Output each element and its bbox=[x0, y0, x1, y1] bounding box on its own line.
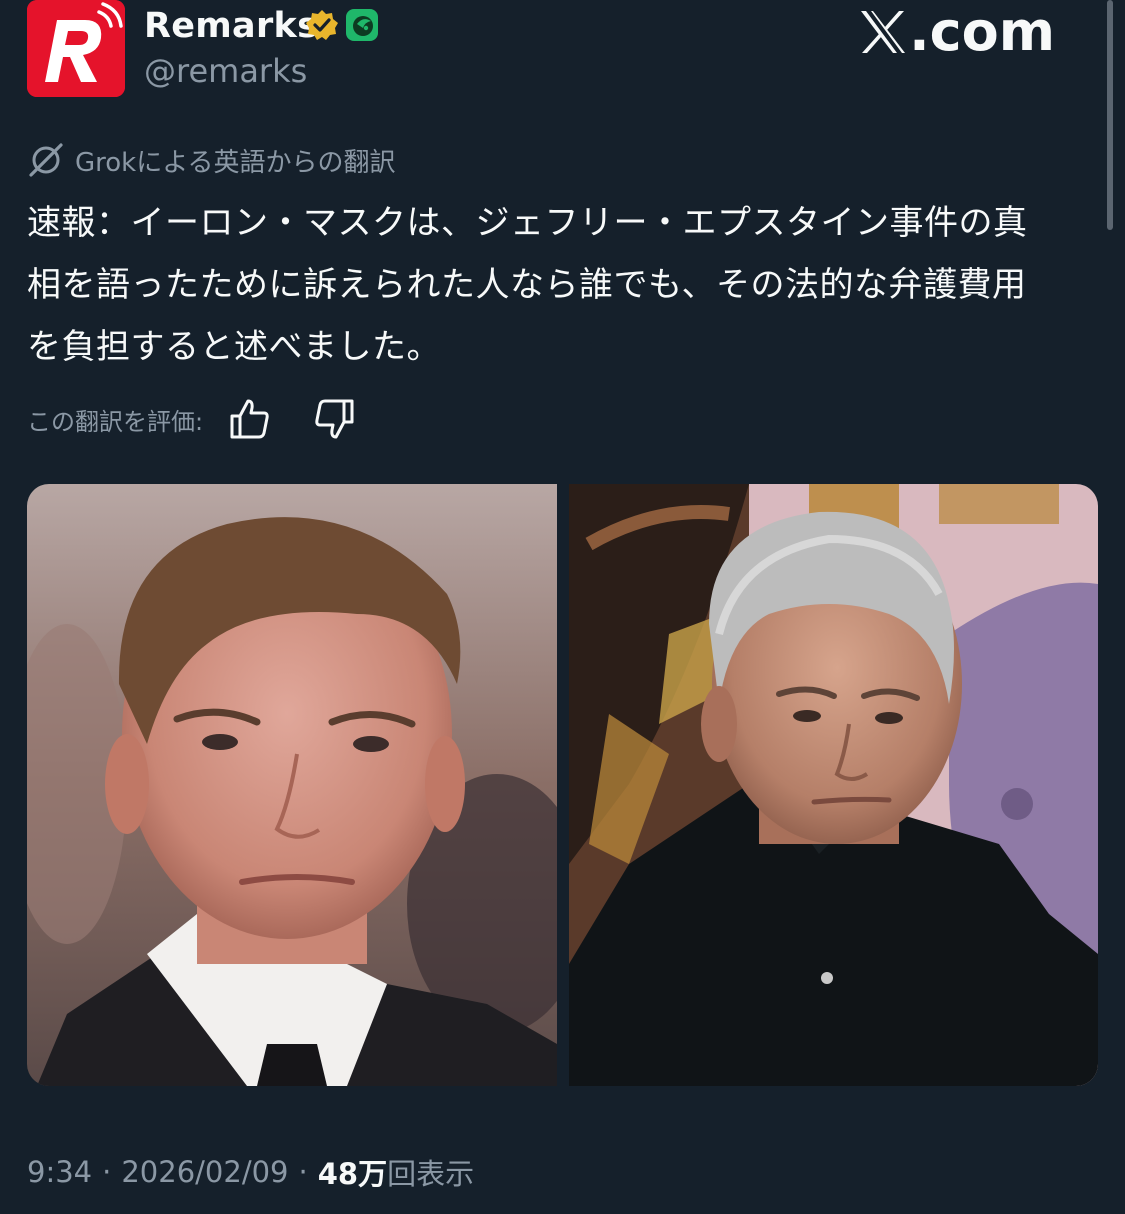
tweet-text-line: 相を語ったために訴えられた人なら誰でも、その法的な弁護費用 bbox=[27, 265, 1027, 305]
x-logo-icon bbox=[861, 10, 906, 53]
thumbs-down-icon bbox=[315, 399, 354, 439]
translation-rating: この翻訳を評価: bbox=[27, 394, 359, 444]
scrollbar[interactable] bbox=[1107, 0, 1113, 230]
verified-gold-badge-icon[interactable] bbox=[305, 8, 339, 42]
media-photo-right[interactable] bbox=[569, 484, 1098, 1086]
media-grid bbox=[27, 484, 1098, 1086]
avatar[interactable] bbox=[27, 0, 125, 97]
portrait-photo-left bbox=[27, 484, 557, 1086]
tweet-time[interactable]: 9:34 bbox=[27, 1155, 92, 1189]
grok-icon bbox=[29, 143, 63, 177]
badge-group bbox=[305, 8, 379, 42]
user-handle[interactable]: @remarks bbox=[144, 52, 307, 90]
meta-separator: · bbox=[298, 1155, 308, 1189]
display-name[interactable]: Remarks bbox=[144, 6, 318, 46]
tweet-text-line: 速報：イーロン・マスクは、ジェフリー・エプスタイン事件の真 bbox=[27, 203, 1028, 243]
views-label[interactable]: 回表示 bbox=[387, 1151, 474, 1193]
thumbs-up-icon bbox=[230, 399, 269, 439]
tweet-header: Remarks @remarks .com bbox=[27, 0, 1097, 98]
rating-label: この翻訳を評価: bbox=[27, 407, 204, 436]
tweet-page: Remarks @remarks .com Grokによる英語からの翻訳 速報：… bbox=[0, 0, 1125, 1214]
remarks-logo-icon bbox=[27, 0, 125, 97]
tweet-text: 速報：イーロン・マスクは、ジェフリー・エプスタイン事件の真 相を語ったために訴え… bbox=[27, 192, 1097, 378]
affiliate-green-badge-icon[interactable] bbox=[345, 8, 379, 42]
tweet-date[interactable]: 2026/02/09 bbox=[121, 1155, 288, 1189]
thumbs-up-button[interactable] bbox=[225, 394, 275, 444]
tweet-text-line: を負担すると述べました。 bbox=[27, 327, 441, 367]
translation-label: Grokによる英語からの翻訳 bbox=[75, 147, 396, 178]
meta-separator: · bbox=[102, 1155, 112, 1189]
media-photo-left[interactable] bbox=[27, 484, 557, 1086]
brand-text: .com bbox=[909, 0, 1055, 63]
translation-notice[interactable]: Grokによる英語からの翻訳 bbox=[27, 139, 395, 181]
x-com-watermark: .com bbox=[859, 0, 1055, 63]
views-count[interactable]: 48万 bbox=[318, 1151, 387, 1193]
tweet-meta: 9:34 · 2026/02/09 · 48万 回表示 bbox=[27, 1150, 474, 1194]
thumbs-down-button[interactable] bbox=[309, 394, 359, 444]
portrait-photo-right bbox=[569, 484, 1098, 1086]
